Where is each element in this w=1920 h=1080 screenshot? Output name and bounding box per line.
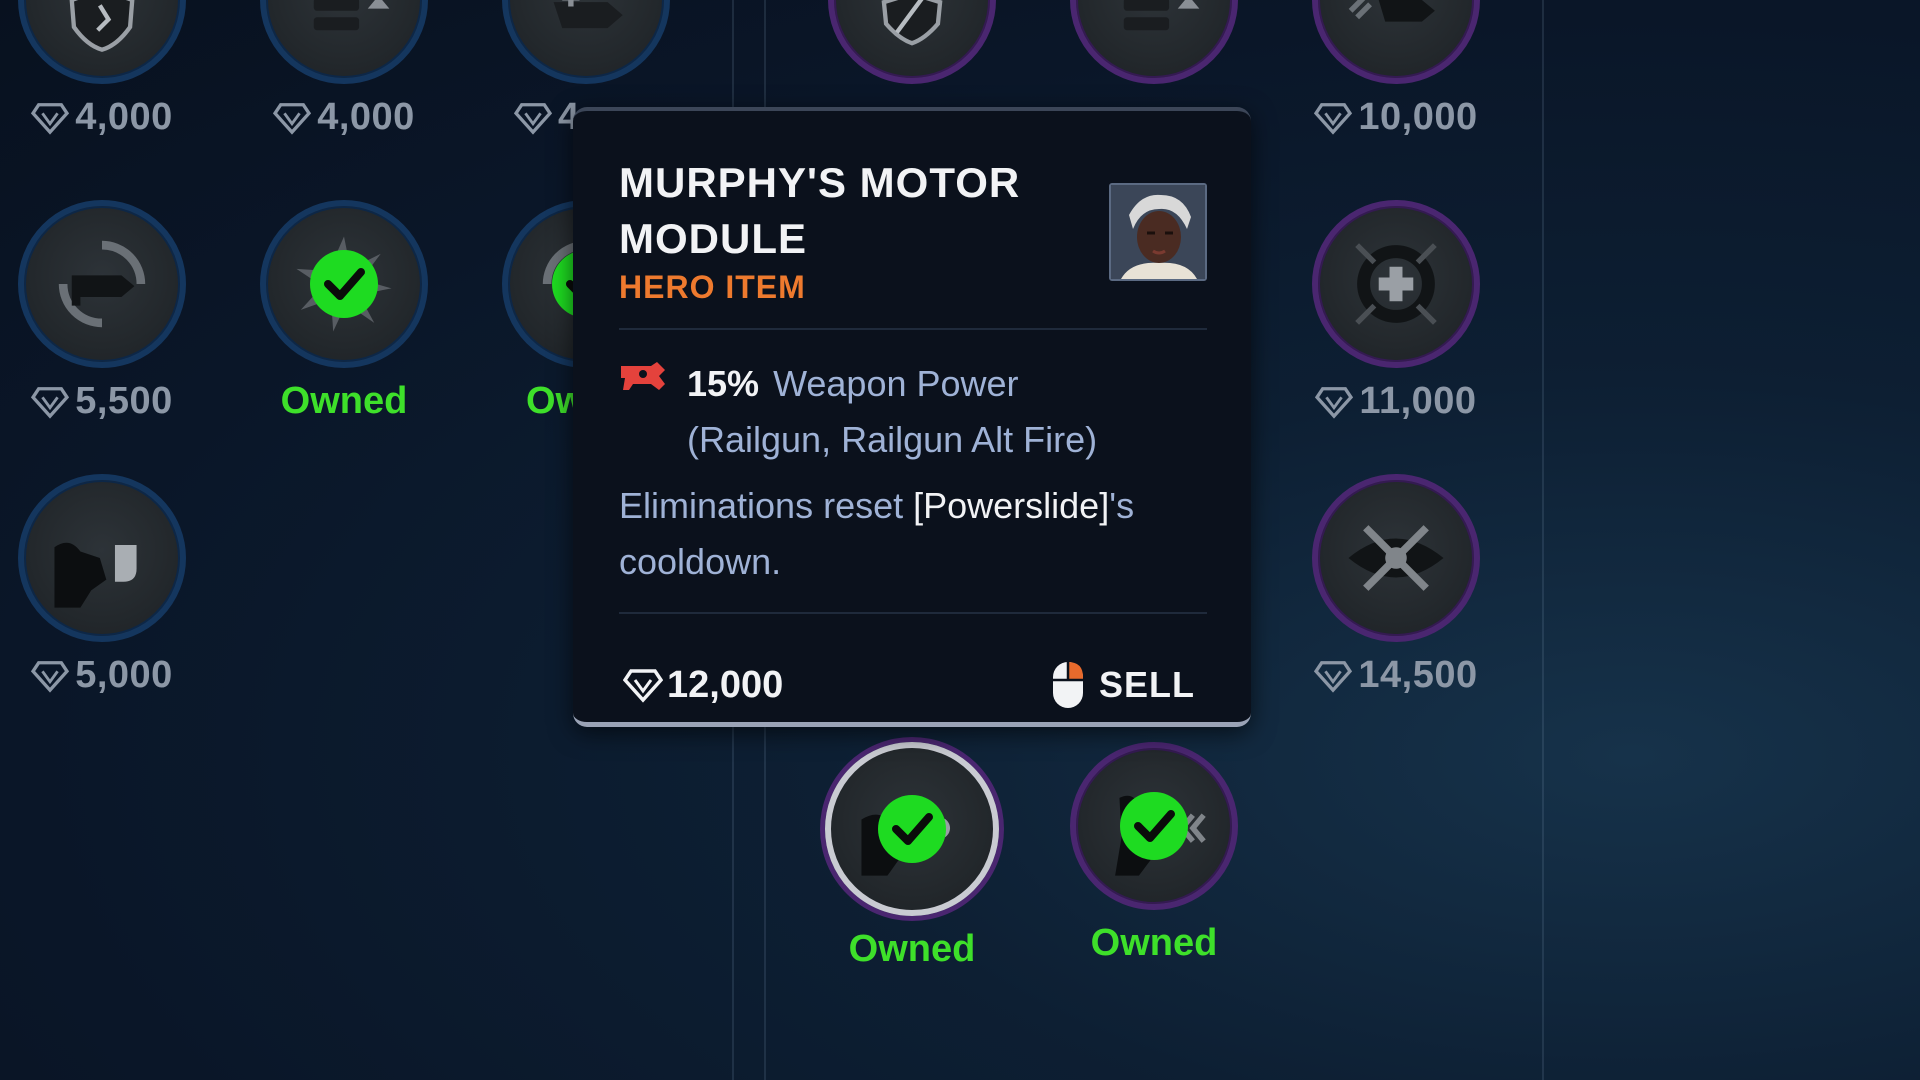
hero-punch-icon <box>54 542 137 608</box>
reload-gun-icon <box>58 240 146 328</box>
column-divider-right <box>1542 0 1544 1080</box>
desc-keyword: [Powerslide] <box>913 485 1110 526</box>
shop-item-hero-punch[interactable]: 5,000 <box>2 474 202 697</box>
gem-currency-icon <box>1314 659 1353 693</box>
shop-item-hero-skull[interactable]: Owned <box>812 742 1012 971</box>
hero-portrait-icon <box>1111 185 1205 279</box>
gem-currency-icon <box>31 101 70 135</box>
mouse-right-click-icon <box>1052 662 1083 708</box>
item-icon-ring <box>1070 0 1238 84</box>
shop-item-blade-cross[interactable]: 14,500 <box>1296 474 1496 697</box>
weapon-power-icon <box>621 362 665 390</box>
owned-check-icon <box>878 795 946 863</box>
ammo-upgrade-icon <box>313 0 390 31</box>
tooltip-separator <box>619 328 1207 330</box>
owned-check-icon <box>310 250 378 318</box>
tooltip-footer: 12,000 SELL <box>619 636 1207 734</box>
shop-item-hero-dash[interactable]: Owned <box>1054 742 1254 965</box>
item-icon-ring <box>18 200 186 368</box>
shop-item-burst-ability[interactable]: Owned <box>244 200 444 423</box>
tooltip-separator <box>619 612 1207 614</box>
sell-label: SELL <box>1098 664 1195 705</box>
stat-value: 15% <box>687 363 760 404</box>
gem-currency-icon <box>273 101 312 135</box>
shop-item-ammo-upgrade-2[interactable] <box>1054 0 1254 84</box>
shop-item-weapon-speed[interactable]: 10,000 <box>1296 0 1496 139</box>
hero-portrait <box>1109 183 1207 281</box>
shop-item-shield-slash[interactable] <box>812 0 1012 84</box>
item-price: 4,000 <box>2 96 202 139</box>
item-icon-ring <box>18 474 186 642</box>
health-cross-icon <box>1355 243 1437 325</box>
item-icon-ring-selected <box>825 742 999 916</box>
gem-currency-icon <box>31 385 70 419</box>
item-icon-ring <box>1312 474 1480 642</box>
item-price: 4,000 <box>244 96 444 139</box>
weapon-speed-icon <box>1348 0 1435 22</box>
item-cost-value: 12,000 <box>667 663 784 706</box>
item-icon-ring <box>1312 0 1480 84</box>
shop-item-health-cross[interactable]: 11,000 <box>1296 200 1496 423</box>
shop-item-reload-gun[interactable]: 5,500 <box>2 200 202 423</box>
item-icon-ring <box>502 0 670 84</box>
item-icon-ring <box>1312 200 1480 368</box>
stat-name: Weapon Power <box>773 363 1019 404</box>
gun-heal-icon <box>553 0 623 29</box>
item-tooltip: MURPHY'S MOTOR MODULE HERO ITEM 15% Weapo… <box>573 107 1251 727</box>
stat-row: 15% Weapon Power (Railgun, Railgun Alt Fi… <box>619 356 1207 468</box>
blade-cross-icon <box>1348 525 1444 591</box>
owned-label: Owned <box>848 928 976 970</box>
owned-check-icon <box>1120 792 1188 860</box>
gem-currency-icon <box>31 659 70 693</box>
item-price: 14,500 <box>1296 654 1496 697</box>
item-icon-ring <box>260 200 428 368</box>
item-cost: 12,000 <box>623 664 783 707</box>
sell-button[interactable]: SELL <box>1051 660 1195 710</box>
owned-label: Owned <box>280 380 408 422</box>
shield-slash-icon <box>881 0 943 46</box>
item-price: 10,000 <box>1296 96 1496 139</box>
gem-currency-icon <box>1314 101 1353 135</box>
gem-currency-icon <box>1315 385 1354 419</box>
item-title: MURPHY'S MOTOR MODULE <box>619 159 1021 262</box>
shield-break-icon <box>69 0 135 52</box>
item-icon-ring <box>260 0 428 84</box>
item-price: 5,000 <box>2 654 202 697</box>
item-price: 11,000 <box>1296 380 1496 423</box>
gem-currency-icon <box>514 101 552 135</box>
item-price: 5,500 <box>2 380 202 423</box>
ammo-upgrade-icon <box>1123 0 1200 31</box>
desc-text: Eliminations reset <box>619 485 914 526</box>
stat-detail: (Railgun, Railgun Alt Fire) <box>687 419 1098 460</box>
item-icon-ring <box>18 0 186 84</box>
gem-currency-icon <box>623 669 663 703</box>
owned-label: Owned <box>1090 922 1218 964</box>
item-icon-ring <box>828 0 996 84</box>
item-icon-ring <box>1070 742 1238 910</box>
shop-item-shield-break[interactable]: 4,000 <box>2 0 202 139</box>
shop-item-ammo-upgrade[interactable]: 4,000 <box>244 0 444 139</box>
item-description: Eliminations reset [Powerslide]'s cooldo… <box>619 478 1207 590</box>
